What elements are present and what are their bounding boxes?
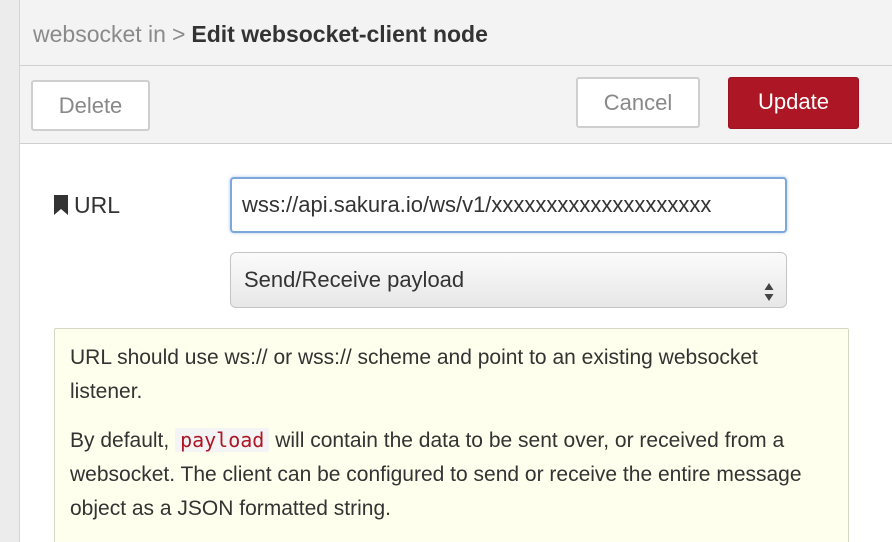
payload-select-value: Send/Receive payload xyxy=(244,267,465,292)
breadcrumb-separator: > xyxy=(171,21,186,47)
workspace-edge xyxy=(0,0,20,542)
help-paragraph-2: By default, payload will contain the dat… xyxy=(70,423,833,526)
update-button[interactable]: Update xyxy=(728,77,859,129)
editor-page: websocket in > Edit websocket-client node … xyxy=(0,0,892,542)
url-label: URL xyxy=(74,192,121,218)
page-title: Edit websocket-client node xyxy=(191,21,488,47)
select-arrows-icon xyxy=(764,269,774,301)
payload-select[interactable]: Send/Receive payload xyxy=(230,252,787,308)
url-input[interactable] xyxy=(230,177,787,233)
breadcrumb-parent-link[interactable]: websocket in xyxy=(33,21,166,47)
cancel-button[interactable]: Cancel xyxy=(576,77,700,128)
tray-body: URL Send/Receive payload URL should use … xyxy=(20,144,892,542)
payload-code: payload xyxy=(175,428,270,452)
delete-button[interactable]: Delete xyxy=(31,80,150,131)
breadcrumb: websocket in > Edit websocket-client node xyxy=(33,20,488,48)
url-label-row: URL xyxy=(53,191,120,221)
bookmark-icon xyxy=(53,193,69,221)
tray-header: websocket in > Edit websocket-client node xyxy=(20,0,892,66)
tray-toolbar: Delete Cancel Update xyxy=(20,66,892,144)
help-panel: URL should use ws:// or wss:// scheme an… xyxy=(54,328,849,542)
help-text-before: By default, xyxy=(70,429,176,452)
edit-tray: websocket in > Edit websocket-client node … xyxy=(20,0,892,542)
help-paragraph-1: URL should use ws:// or wss:// scheme an… xyxy=(70,346,758,403)
